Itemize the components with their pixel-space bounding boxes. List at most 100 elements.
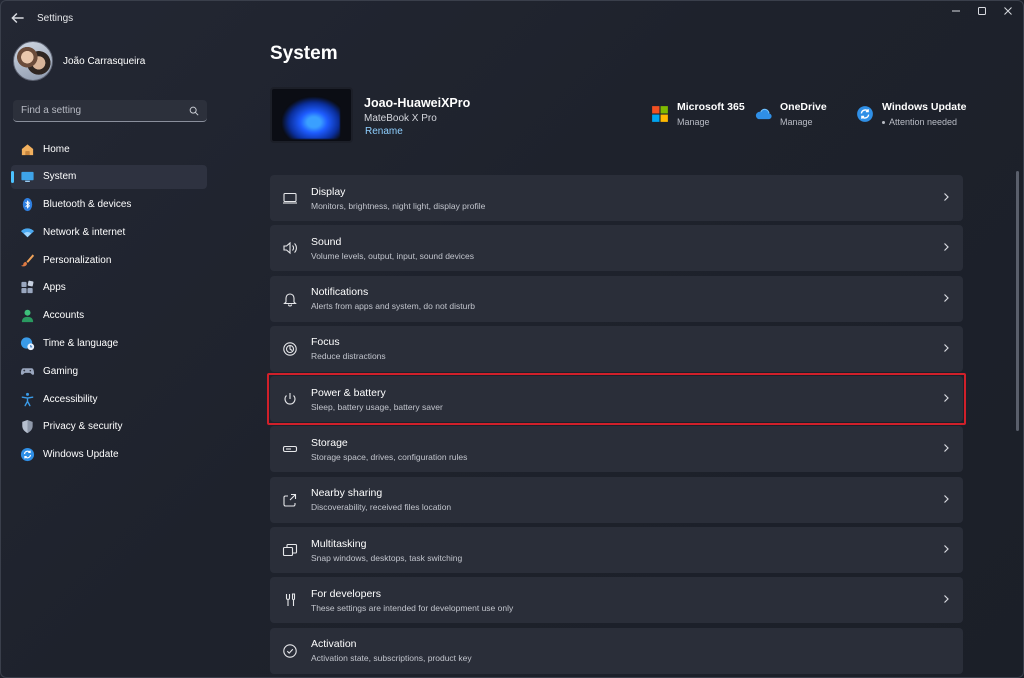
setting-sound[interactable]: Sound Volume levels, output, input, soun… (270, 225, 963, 272)
sidebar-item-network[interactable]: Network & internet (11, 220, 207, 244)
focus-icon (282, 341, 298, 357)
setting-description: Activation state, subscriptions, product… (311, 653, 472, 664)
setting-description: Volume levels, output, input, sound devi… (311, 250, 475, 261)
user-profile[interactable]: João Carrasqueira (13, 41, 145, 81)
home-icon (19, 141, 35, 157)
sidebar-item-personalization[interactable]: Personalization (11, 248, 207, 272)
search-icon[interactable] (189, 106, 199, 116)
sidebar-item-label: Accounts (43, 310, 85, 322)
chevron-right-icon (944, 394, 949, 403)
update-icon (19, 447, 35, 463)
setting-title: Display (311, 185, 346, 198)
bell-icon (282, 291, 298, 307)
sidebar-item-gaming[interactable]: Gaming (11, 359, 207, 383)
chevron-right-icon (944, 444, 949, 453)
quick-link-title: Windows Update (882, 101, 967, 113)
chevron-right-icon (944, 193, 949, 201)
setting-title: Multitasking (311, 537, 367, 550)
setting-power-battery[interactable]: Power & battery Sleep, battery usage, ba… (270, 376, 963, 423)
setting-storage[interactable]: Storage Storage space, drives, configura… (270, 426, 963, 473)
setting-nearby-sharing[interactable]: Nearby sharing Discoverability, received… (270, 476, 963, 523)
device-name: Joao-HuaweiXPro (364, 96, 471, 110)
setting-multitasking[interactable]: Multitasking Snap windows, desktops, tas… (270, 527, 963, 574)
setting-description: Sleep, battery usage, battery saver (311, 401, 443, 412)
rename-link[interactable]: Rename (365, 126, 403, 137)
device-wallpaper-thumbnail (270, 87, 353, 143)
bluetooth-icon (19, 197, 35, 213)
page-title: System (270, 43, 338, 64)
sidebar-item-label: Network & internet (43, 226, 126, 238)
back-arrow-icon[interactable] (9, 9, 27, 27)
setting-title: Activation (311, 638, 357, 651)
developer-tools-icon (282, 592, 298, 608)
apps-icon (19, 280, 35, 296)
gamepad-icon (19, 363, 35, 379)
sidebar-item-accessibility[interactable]: Accessibility (11, 387, 207, 411)
setting-title: Power & battery (311, 386, 386, 399)
paintbrush-icon (19, 252, 35, 268)
sidebar-nav: Home System Bluetooth & devices Network … (11, 137, 207, 471)
sidebar-item-label: System (43, 171, 77, 183)
multitasking-icon (282, 542, 298, 558)
sidebar-item-time-language[interactable]: Time & language (11, 332, 207, 356)
setting-activation[interactable]: Activation Activation state, subscriptio… (270, 627, 963, 674)
search-input[interactable] (21, 105, 189, 116)
speaker-icon (282, 240, 298, 256)
monitor-icon (19, 169, 35, 185)
quick-link-subtitle: Attention needed (889, 117, 958, 127)
setting-description: Alerts from apps and system, do not dist… (311, 301, 475, 312)
storage-icon (282, 441, 298, 457)
chevron-right-icon (944, 494, 949, 503)
sidebar-item-bluetooth[interactable]: Bluetooth & devices (11, 193, 207, 217)
sidebar-item-accounts[interactable]: Accounts (11, 304, 207, 328)
sidebar-item-label: Gaming (43, 365, 79, 377)
sidebar-item-label: Home (43, 143, 70, 155)
chevron-right-icon (944, 243, 949, 252)
quick-link-title: Microsoft 365 (677, 101, 745, 113)
chevron-right-icon (944, 343, 949, 352)
setting-title: Sound (311, 235, 342, 248)
quick-link-subtitle: Manage (677, 117, 710, 127)
setting-for-developers[interactable]: For developers These settings are intend… (270, 577, 963, 624)
setting-focus[interactable]: Focus Reduce distractions (270, 325, 963, 372)
quick-link-onedrive[interactable]: OneDrive Manage (754, 101, 827, 127)
setting-notifications[interactable]: Notifications Alerts from apps and syste… (270, 275, 963, 322)
person-icon (19, 308, 35, 324)
quick-link-windows-update[interactable]: Windows Update Attention needed (856, 101, 967, 127)
sidebar-item-apps[interactable]: Apps (11, 276, 207, 300)
setting-description: Monitors, brightness, night light, displ… (311, 200, 486, 211)
setting-title: Focus (311, 336, 340, 349)
share-icon (282, 492, 298, 508)
sidebar-item-windows-update[interactable]: Windows Update (11, 443, 207, 467)
wifi-icon (19, 224, 35, 240)
close-button[interactable] (993, 3, 1023, 19)
chevron-right-icon (944, 595, 949, 604)
microsoft-365-icon (652, 106, 668, 122)
settings-window: Settings João Carrasqueira Home S (0, 0, 1024, 678)
accessibility-icon (19, 391, 35, 407)
setting-description: Snap windows, desktops, task switching (311, 552, 463, 563)
sidebar-item-home[interactable]: Home (11, 137, 207, 161)
sidebar-item-label: Personalization (43, 254, 112, 266)
sidebar-item-privacy[interactable]: Privacy & security (11, 415, 207, 439)
setting-title: For developers (311, 587, 382, 600)
profile-name: João Carrasqueira (63, 55, 146, 67)
scrollbar[interactable] (1016, 171, 1019, 431)
setting-title: Storage (311, 436, 348, 449)
sidebar-item-system[interactable]: System (11, 164, 207, 189)
sidebar-item-label: Bluetooth & devices (43, 199, 132, 211)
check-circle-icon (282, 643, 298, 659)
setting-display[interactable]: Display Monitors, brightness, night ligh… (270, 175, 963, 221)
chevron-right-icon (944, 293, 949, 302)
search-box[interactable] (13, 100, 207, 122)
setting-description: Reduce distractions (311, 351, 386, 362)
onedrive-icon (755, 108, 772, 120)
sidebar-item-label: Privacy & security (43, 421, 123, 433)
globe-clock-icon (19, 336, 35, 352)
quick-link-microsoft-365[interactable]: Microsoft 365 Manage (651, 101, 745, 127)
setting-description: Storage space, drives, configuration rul… (311, 451, 468, 462)
chevron-right-icon (944, 545, 949, 554)
setting-title: Notifications (311, 286, 369, 299)
sidebar-item-label: Apps (43, 282, 66, 294)
sidebar-item-label: Windows Update (43, 449, 119, 461)
